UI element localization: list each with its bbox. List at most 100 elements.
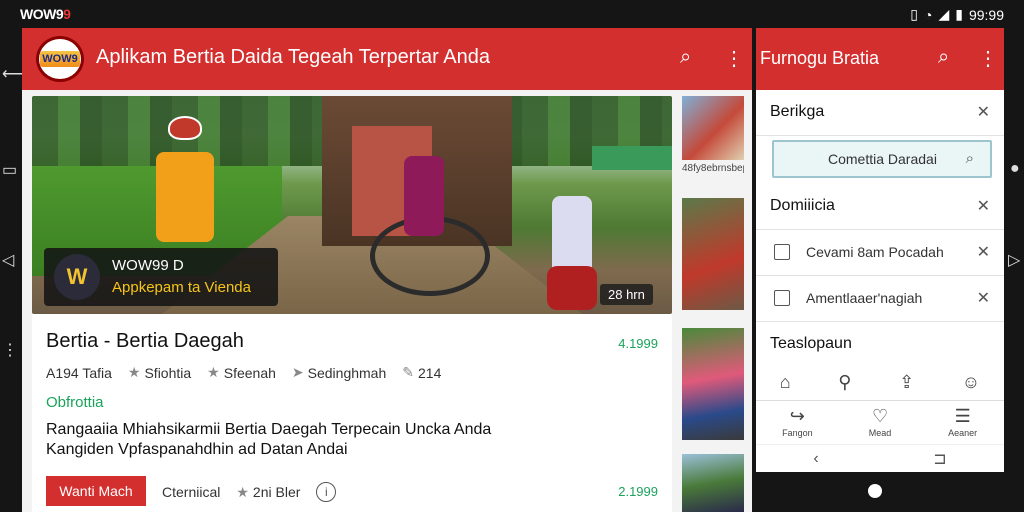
drawer-title: Furnogu Bratia: [760, 48, 880, 68]
article-meta: A194 Tafia ★ Sfiohtia ★ Sfeenah ➤ Sedinghma…: [46, 364, 441, 381]
system-nav-bar: ‹ ⊐: [756, 444, 1004, 472]
photo-count-badge: 28 hrn: [600, 284, 653, 305]
heart-icon: ♡: [871, 406, 889, 426]
status-brand-suffix: 9: [63, 6, 71, 22]
edge-icon: ⋮: [2, 342, 18, 359]
thumbnail-caption: 48fy8ebrnsbepsas: [682, 163, 744, 174]
home-icon[interactable]: ⌂: [780, 372, 791, 393]
drawer-section-1[interactable]: Berikga ✕: [756, 90, 1004, 136]
hero-image[interactable]: W WOW99 D Appkepam ta Vienda 28 hrn: [32, 96, 672, 314]
search-icon[interactable]: ⌕: [966, 150, 974, 167]
meta-text: Sfeenah: [223, 364, 276, 381]
star-icon: ★: [127, 364, 141, 380]
user-icon[interactable]: ☺: [962, 372, 980, 393]
drawer-section-3[interactable]: Teaslopaun: [756, 322, 1004, 368]
article-category[interactable]: Obfrottia: [46, 394, 104, 411]
close-icon[interactable]: ✕: [977, 242, 990, 262]
app-logo-text: WOW9: [40, 51, 80, 67]
section-label: Teaslopaun: [770, 335, 852, 352]
meta-item: ★ 2ni Bler: [236, 484, 300, 501]
main-app: WOW9 Aplikam Bertia Daida Tegeah Terpert…: [22, 28, 752, 512]
hero-person-seated: [404, 156, 444, 236]
thumbnail-item[interactable]: 48fy8ebrnsbepsas: [682, 96, 744, 175]
tab-label: Fangon: [782, 428, 813, 438]
app-logo[interactable]: WOW9: [36, 36, 84, 82]
meta-text: Sfiohtia: [144, 364, 192, 381]
bottom-label-1: Cterniical: [162, 484, 221, 500]
calendar-icon: [774, 290, 790, 306]
side-drawer: Furnogu Bratia ⌕ ⋮ Berikga ✕ Comettia Da…: [756, 28, 1004, 472]
app-title: Aplikam Bertia Daida Tegeah Terpertar An…: [96, 46, 490, 68]
badge-title: WOW99 D: [112, 257, 184, 274]
nav-recents-icon[interactable]: ⊐: [933, 449, 946, 469]
meta-text: 214: [418, 364, 442, 381]
hero-awning: [592, 146, 672, 170]
search-icon[interactable]: ⌕: [680, 46, 691, 69]
edge-dot-icon[interactable]: ●: [1010, 160, 1020, 178]
tab-label: Mead: [868, 428, 892, 438]
menu-icon: ☰: [954, 406, 971, 426]
signal-icon: ◢: [938, 6, 950, 22]
drawer-bar: Furnogu Bratia ⌕ ⋮: [756, 28, 1004, 90]
drawer-section-2[interactable]: Domiiicia ✕: [756, 184, 1004, 230]
square-icon[interactable]: ▭: [2, 160, 17, 180]
thumbnail-item[interactable]: [682, 328, 744, 440]
description-line-1: Rangaaiia Mhiahsikarmii Bertia Daegah Te…: [46, 421, 492, 438]
info-icon[interactable]: i: [316, 482, 337, 502]
nav-back-icon[interactable]: ‹: [813, 450, 818, 468]
status-brand-prefix: WOW9: [20, 6, 64, 22]
badge-logo-icon: W: [54, 254, 100, 300]
home-button[interactable]: [868, 484, 882, 498]
drawer-row-1[interactable]: Cevami 8am Pocadah ✕: [756, 230, 1004, 276]
article-description: Rangaaiia Mhiahsikarmii Bertia Daegah Te…: [46, 420, 491, 460]
badge-subtitle: Appkepam ta Vienda: [112, 279, 251, 296]
search-icon[interactable]: ⌕: [938, 46, 949, 69]
tab-label: Aeaner: [948, 428, 978, 438]
app-bar: WOW9 Aplikam Bertia Daida Tegeah Terpert…: [22, 28, 752, 90]
meta-item: ➤ Sedinghmah: [292, 364, 386, 381]
status-icons: ▯ ◔ ◢ ▮ 99:99: [910, 6, 1004, 23]
right-triangle-icon[interactable]: ▷: [1008, 250, 1020, 270]
more-vert-icon[interactable]: ⋮: [978, 46, 998, 71]
meta-item: ✎ 214: [402, 364, 441, 381]
pen-icon: ✎: [402, 364, 414, 380]
row-text: Cevami 8am Pocadah: [806, 244, 944, 260]
location-icon[interactable]: ⚲: [838, 372, 851, 393]
thumbnail-list: 48fy8ebrnsbepsas: [682, 96, 744, 512]
more-vert-icon[interactable]: ⋮: [724, 46, 744, 71]
tab-favorite[interactable]: ♡ Mead: [839, 401, 922, 444]
article-bottom-meta: Cterniical ★ 2ni Bler i: [162, 482, 337, 502]
bottom-tab-bar: ↪ Fangon ♡ Mead ☰ Aeaner: [756, 400, 1004, 444]
thumbnail-image: [682, 328, 744, 440]
share-icon: ↪: [789, 406, 805, 426]
close-icon[interactable]: ✕: [977, 196, 990, 216]
thumbnail-image: [682, 96, 744, 160]
star-icon: ★: [207, 364, 220, 380]
tab-share[interactable]: ↪ Fangon: [756, 401, 839, 444]
section-label: Berikga: [770, 103, 825, 120]
thumbnail-item[interactable]: [682, 454, 744, 512]
meta-text: A194 Tafia: [46, 364, 112, 381]
left-triangle-icon[interactable]: ◁: [2, 250, 14, 270]
search-text: Comettia Daradai: [828, 151, 937, 167]
drawer-row-2[interactable]: Amentlaaer'nagiah ✕: [756, 276, 1004, 322]
read-more-button[interactable]: Wanti Mach: [46, 476, 146, 506]
meta-item: A194 Tafia: [46, 364, 112, 381]
thumbnail-item[interactable]: [682, 198, 744, 310]
bag-icon[interactable]: ⇪: [899, 372, 914, 393]
phone-screen: WOW99 ▯ ◔ ◢ ▮ 99:99 ⟵ ▭ ◁ ⋮ ● ▷ WOW9 Apl…: [0, 0, 1024, 512]
article-count-bottom: 2.1999: [618, 484, 658, 499]
drawer-search-input[interactable]: Comettia Daradai ⌕: [772, 140, 992, 178]
thumbnail-image: [682, 198, 744, 310]
hero-badge: W WOW99 D Appkepam ta Vienda: [44, 248, 278, 306]
close-icon[interactable]: ✕: [977, 102, 990, 122]
thumbnail-image: [682, 454, 744, 512]
status-brand: WOW99: [20, 6, 71, 22]
section-label: Domiiicia: [770, 197, 835, 214]
battery-icon: ▮: [955, 6, 963, 22]
meta-item: ★ Sfeenah: [207, 364, 276, 381]
tab-menu[interactable]: ☰ Aeaner: [921, 401, 1004, 444]
close-icon[interactable]: ✕: [977, 288, 990, 308]
row-text: Amentlaaer'nagiah: [806, 290, 923, 306]
article-title[interactable]: Bertia - Bertia Daegah: [46, 330, 244, 353]
